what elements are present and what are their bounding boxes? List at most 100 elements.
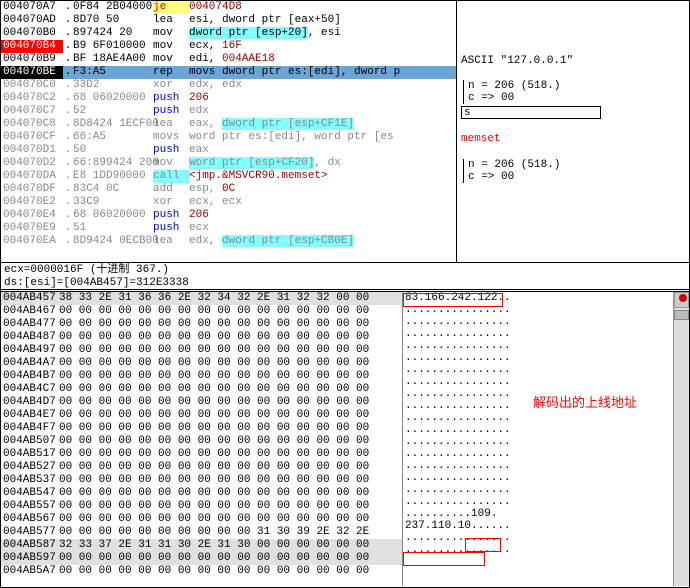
hex-row[interactable]: 004AB4F700 00 00 00 00 00 00 00 00 00 00… [1, 422, 402, 435]
breakpoint-dot[interactable]: . [63, 144, 73, 157]
hex-row[interactable]: 004AB56700 00 00 00 00 00 00 00 00 00 00… [1, 513, 402, 526]
disasm-row[interactable]: 004070C2.68 06020000push206 [1, 92, 456, 105]
breakpoint-dot[interactable]: . [63, 53, 73, 66]
mnemonic: mov [153, 40, 189, 53]
breakpoint-dot[interactable]: . [63, 222, 73, 235]
hex-row[interactable]: 004AB5A700 00 00 00 00 00 00 00 00 00 00… [1, 565, 402, 578]
hex-addr: 004AB4B7 [1, 370, 59, 383]
mnemonic: lea [153, 118, 189, 131]
call-target: memset [461, 133, 685, 145]
hex-row[interactable]: 004AB45738 33 2E 31 36 36 2E 32 34 32 2E… [1, 292, 402, 305]
hex-row[interactable]: 004AB4E700 00 00 00 00 00 00 00 00 00 00… [1, 409, 402, 422]
addr: 004070D1 [1, 144, 63, 157]
hex-bytes: 00 00 00 00 00 00 00 00 00 00 00 00 00 0… [59, 383, 402, 396]
mnemonic: je [153, 1, 189, 14]
hex-addr: 004AB477 [1, 318, 59, 331]
ascii-text: ................ [403, 340, 513, 352]
breakpoint-dot[interactable]: . [63, 92, 73, 105]
disasm-row[interactable]: 004070CF.66:A5movsword ptr es:[edi], wor… [1, 131, 456, 144]
hex-bytes: 897424 20 [73, 27, 153, 40]
hex-dump[interactable]: 004AB45738 33 2E 31 36 36 2E 32 34 32 2E… [1, 292, 402, 586]
disasm-row[interactable]: 004070C8.8D8424 1ECF00leaeax, dword ptr … [1, 118, 456, 131]
hex-row[interactable]: 004AB49700 00 00 00 00 00 00 00 00 00 00… [1, 344, 402, 357]
breakpoint-dot[interactable]: . [63, 66, 73, 79]
disasm-row[interactable]: 004070D1.50pusheax [1, 144, 456, 157]
ascii-text: ................ [403, 436, 513, 448]
disasm-row[interactable]: 004070AD.8D70 50leaesi, dword ptr [eax+5… [1, 14, 456, 27]
hex-bytes: 32 33 37 2E 31 31 30 2E 31 30 00 00 00 0… [59, 539, 402, 552]
hex-row[interactable]: 004AB54700 00 00 00 00 00 00 00 00 00 00… [1, 487, 402, 500]
addr: 004070A7 [1, 1, 63, 14]
breakpoint-dot[interactable]: . [63, 196, 73, 209]
breakpoint-dot[interactable]: . [63, 40, 73, 53]
register-info-bar: ecx=0000016F (十进制 367.) ds:[esi]=[004AB4… [1, 262, 689, 292]
hex-row[interactable]: 004AB58732 33 37 2E 31 31 30 2E 31 30 00… [1, 539, 402, 552]
disasm-row[interactable]: 004070B0.897424 20movdword ptr [esp+20],… [1, 27, 456, 40]
hex-row[interactable]: 004AB59700 00 00 00 00 00 00 00 00 00 00… [1, 552, 402, 565]
ascii-text: ................ [403, 460, 513, 472]
mnemonic: push [153, 209, 189, 222]
disasm-row[interactable]: 004070E9.51pushecx [1, 222, 456, 235]
hex-bytes: 68 06020000 [73, 209, 153, 222]
hex-bytes: 00 00 00 00 00 00 00 00 00 00 00 00 00 0… [59, 422, 402, 435]
hex-bytes: 00 00 00 00 00 00 00 00 00 00 00 00 00 0… [59, 305, 402, 318]
vertical-scrollbar[interactable] [673, 292, 689, 586]
disasm-row[interactable]: 004070DF.83C4 0Caddesp, 0C [1, 183, 456, 196]
breakpoint-dot[interactable]: . [63, 1, 73, 14]
hex-row[interactable]: 004AB55700 00 00 00 00 00 00 00 00 00 00… [1, 500, 402, 513]
disasm-row[interactable]: 004070C0.33D2xoredx, edx [1, 79, 456, 92]
hex-row[interactable]: 004AB47700 00 00 00 00 00 00 00 00 00 00… [1, 318, 402, 331]
disasm-row[interactable]: 004070B4.B9 6F010000movecx, 16F [1, 40, 456, 53]
breakpoint-dot[interactable]: . [63, 235, 73, 248]
operands: edx, edx [189, 79, 456, 92]
arg-c: c => 00 [468, 171, 685, 183]
hex-addr: 004AB537 [1, 474, 59, 487]
breakpoint-dot[interactable]: . [63, 79, 73, 92]
hex-bytes: F3:A5 [73, 66, 153, 79]
breakpoint-dot[interactable]: . [63, 209, 73, 222]
ascii-text: ................ [403, 316, 513, 328]
annotation-box-ip1 [403, 293, 503, 307]
scroll-thumb[interactable] [674, 310, 689, 320]
hex-bytes: 50 [73, 144, 153, 157]
hex-row[interactable]: 004AB46700 00 00 00 00 00 00 00 00 00 00… [1, 305, 402, 318]
hex-row[interactable]: 004AB50700 00 00 00 00 00 00 00 00 00 00… [1, 435, 402, 448]
disasm-row[interactable]: 004070BE.F3:A5repmovs dword ptr es:[edi]… [1, 66, 456, 79]
hex-row[interactable]: 004AB52700 00 00 00 00 00 00 00 00 00 00… [1, 461, 402, 474]
hex-bytes: 00 00 00 00 00 00 00 00 00 00 00 00 00 0… [59, 370, 402, 383]
disasm-row[interactable]: 004070E2.33C9xorecx, ecx [1, 196, 456, 209]
breakpoint-dot[interactable]: . [63, 105, 73, 118]
breakpoint-dot[interactable]: . [63, 157, 73, 170]
breakpoint-dot[interactable]: . [63, 170, 73, 183]
breakpoint-dot[interactable]: . [63, 183, 73, 196]
breakpoint-dot[interactable]: . [63, 131, 73, 144]
hex-row[interactable]: 004AB57700 00 00 00 00 00 00 00 00 00 31… [1, 526, 402, 539]
addr: 004070CF [1, 131, 63, 144]
addr: 004070AD [1, 14, 63, 27]
disasm-row[interactable]: 004070D2.66:899424 200movword ptr [esp+C… [1, 157, 456, 170]
hex-row[interactable]: 004AB51700 00 00 00 00 00 00 00 00 00 00… [1, 448, 402, 461]
breakpoint-dot[interactable]: . [63, 27, 73, 40]
breakpoint-dot[interactable]: . [63, 14, 73, 27]
hex-row[interactable]: 004AB4C700 00 00 00 00 00 00 00 00 00 00… [1, 383, 402, 396]
breakpoint-dot[interactable]: . [63, 118, 73, 131]
disasm-row[interactable]: 004070E4.68 06020000push206 [1, 209, 456, 222]
disasm-row[interactable]: 004070A7.0F84 2B040000je004074D8 [1, 1, 456, 14]
ascii-comment: ASCII "127.0.0.1" [461, 55, 685, 67]
hex-row[interactable]: 004AB53700 00 00 00 00 00 00 00 00 00 00… [1, 474, 402, 487]
hex-bytes: 0F84 2B040000 [73, 1, 153, 14]
disasm-row[interactable]: 004070C7.52pushedx [1, 105, 456, 118]
disasm-row[interactable]: 004070B9.BF 18AE4A00movedi, 004AAE18 [1, 53, 456, 66]
arg-c: c => 00 [468, 92, 685, 104]
hex-bytes: 66:899424 200 [73, 157, 153, 170]
hex-row[interactable]: 004AB4A700 00 00 00 00 00 00 00 00 00 00… [1, 357, 402, 370]
operands: esp, 0C [189, 183, 456, 196]
hex-row[interactable]: 004AB4D700 00 00 00 00 00 00 00 00 00 00… [1, 396, 402, 409]
disasm-row[interactable]: 004070DA.E8 1DD90000call<jmp.&MSVCR90.me… [1, 170, 456, 183]
hex-row[interactable]: 004AB4B700 00 00 00 00 00 00 00 00 00 00… [1, 370, 402, 383]
disasm-row[interactable]: 004070EA.8D9424 0ECB00leaedx, dword ptr … [1, 235, 456, 248]
disassembly-listing[interactable]: 004070A7.0F84 2B040000je004074D8004070AD… [1, 1, 457, 262]
hex-row[interactable]: 004AB48700 00 00 00 00 00 00 00 00 00 00… [1, 331, 402, 344]
addr: 004070BE [1, 66, 63, 79]
hex-addr: 004AB557 [1, 500, 59, 513]
